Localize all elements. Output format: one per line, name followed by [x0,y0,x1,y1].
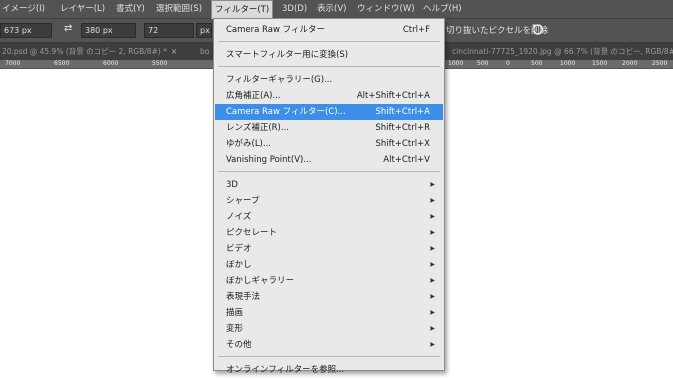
triangle-right-icon: ▶ [430,213,435,220]
menu-item-label: レンズ補正(R)... [226,123,289,133]
filter-menu-item[interactable]: 描画 ▶ [215,305,443,321]
filter-menu-item[interactable]: Camera Raw フィルター Ctrl+F [215,22,443,38]
filter-menu-item[interactable]: 表現手法 ▶ [215,289,443,305]
filter-menu-item[interactable]: 変形 ▶ [215,321,443,337]
filter-menu-item[interactable]: フィルターギャラリー(G)... [215,72,443,88]
ruler-label: 0 [506,60,510,67]
menu-item-label: ぼかしギャラリー [226,276,295,286]
menu-window[interactable]: ウィンドウ(W) [357,0,415,19]
menu-type[interactable]: 書式(Y) [116,0,145,19]
menu-item-label: Camera Raw フィルター(C)... [226,107,346,117]
menu-bar: イメージ(I) レイヤー(L) 書式(Y) 選択範囲(S) フィルター(T) 3… [0,0,673,19]
menu-item-shortcut: Alt+Ctrl+V [383,155,430,165]
menu-select[interactable]: 選択範囲(S) [156,0,202,19]
filter-menu-item[interactable]: ゆがみ(L)... Shift+Ctrl+X [215,136,443,152]
menu-separator [218,356,440,357]
filter-menu-item[interactable]: その他 ▶ [215,337,443,353]
menu-item-shortcut: Shift+Ctrl+A [375,107,430,117]
filter-menu-item[interactable]: ノイズ ▶ [215,209,443,225]
triangle-right-icon: ▶ [430,309,435,316]
menu-item-label: 変形 [226,324,244,334]
menu-separator [218,66,440,67]
filter-menu-dropdown: Camera Raw フィルター Ctrl+F スマートフィルター用に変換(S) フィ… [213,18,445,375]
menu-item-label: その他 [226,340,252,350]
menu-item-shortcut: Shift+Ctrl+R [375,123,430,133]
filter-menu-item[interactable]: シャープ ▶ [215,193,443,209]
menu-item-label: ビデオ [226,244,252,254]
menu-item-label: 広角補正(A)... [226,91,281,101]
menu-item-label: ノイズ [226,212,252,222]
menu-item-label: オンラインフィルターを参照... [226,365,345,375]
ruler-label: 500 [477,60,489,67]
ruler-label: 1000 [560,60,576,67]
menu-item-label: シャープ [226,196,260,206]
filter-menu-item[interactable]: オンラインフィルターを参照... [215,362,443,378]
triangle-right-icon: ▶ [430,341,435,348]
menu-separator [218,41,440,42]
menu-item-label: ゆがみ(L)... [226,139,271,149]
rotate-left-icon[interactable] [531,22,545,36]
menu-image[interactable]: イメージ(I) [2,0,45,19]
ruler-label: 2000 [622,60,638,67]
filter-menu-item[interactable]: ぼかしギャラリー ▶ [215,273,443,289]
triangle-right-icon: ▶ [430,245,435,252]
tab-label: 20.psd @ 45.9% (背景 のコピー 2, RGB/8#) * [2,47,167,56]
filter-menu-item[interactable]: ビデオ ▶ [215,241,443,257]
tab-label: cincinnati-77725_1920.jpg @ 66.7% (背景 のコ… [452,47,673,56]
filter-menu-item[interactable]: Camera Raw フィルター(C)... Shift+Ctrl+A [215,104,443,120]
menu-item-label: スマートフィルター用に変換(S) [226,50,349,60]
triangle-right-icon: ▶ [430,277,435,284]
triangle-right-icon: ▶ [430,181,435,188]
height-field[interactable]: 380 px [81,23,136,38]
ruler-label: 7000 [5,60,21,67]
ruler-label: 6500 [54,60,70,67]
menu-3d[interactable]: 3D(D) [282,0,307,19]
document-tab[interactable]: cincinnati-77725_1920.jpg @ 66.7% (背景 のコ… [452,43,673,60]
triangle-right-icon: ▶ [430,197,435,204]
menu-item-label: 描画 [226,308,244,318]
width-field[interactable]: 673 px [0,23,52,38]
ruler-label: 6000 [103,60,119,67]
menu-item-shortcut: Alt+Shift+Ctrl+A [356,91,430,101]
ruler-label: 2500 [652,60,668,67]
menu-item-label: 表現手法 [226,292,261,302]
filter-menu-item[interactable]: ぼかし ▶ [215,257,443,273]
filter-menu-item[interactable]: Vanishing Point(V)... Alt+Ctrl+V [215,152,443,168]
triangle-right-icon: ▶ [430,261,435,268]
filter-menu-item[interactable]: スマートフィルター用に変換(S) [215,47,443,63]
menu-filter[interactable]: フィルター(T) [211,0,274,19]
menu-item-label: ぼかし [226,260,252,270]
ruler-label: 1500 [592,60,608,67]
swap-arrows-icon[interactable]: ⇄ [64,23,72,34]
tab-label: bo [200,47,210,56]
menu-layer[interactable]: レイヤー(L) [60,0,105,19]
resolution-field[interactable]: 72 [144,23,194,38]
filter-menu-item[interactable]: 3D ▶ [215,177,443,193]
ruler-label: 5500 [152,60,168,67]
menu-item-label: ピクセレート [226,228,278,238]
close-icon[interactable]: × [171,47,177,56]
filter-menu-item[interactable]: ピクセレート ▶ [215,225,443,241]
ruler-label: 1000 [448,60,464,67]
triangle-right-icon: ▶ [430,229,435,236]
triangle-right-icon: ▶ [430,293,435,300]
menu-separator [218,171,440,172]
filter-menu-item[interactable]: 広角補正(A)... Alt+Shift+Ctrl+A [215,88,443,104]
menu-item-shortcut: Shift+Ctrl+X [375,139,430,149]
document-tab[interactable]: 20.psd @ 45.9% (背景 のコピー 2, RGB/8#) * × [2,43,177,60]
resolution-unit-select[interactable]: px [196,23,212,38]
triangle-right-icon: ▶ [430,325,435,332]
ruler-label: 500 [531,60,543,67]
menu-item-label: Camera Raw フィルター [226,25,325,35]
menu-item-label: 3D [226,180,238,190]
menu-item-shortcut: Ctrl+F [402,25,430,35]
filter-menu-item[interactable]: レンズ補正(R)... Shift+Ctrl+R [215,120,443,136]
menu-item-label: Vanishing Point(V)... [226,155,312,165]
document-tab[interactable]: bo [200,43,209,60]
menu-item-label: フィルターギャラリー(G)... [226,75,333,85]
menu-help[interactable]: ヘルプ(H) [423,0,462,19]
menu-view[interactable]: 表示(V) [317,0,346,19]
